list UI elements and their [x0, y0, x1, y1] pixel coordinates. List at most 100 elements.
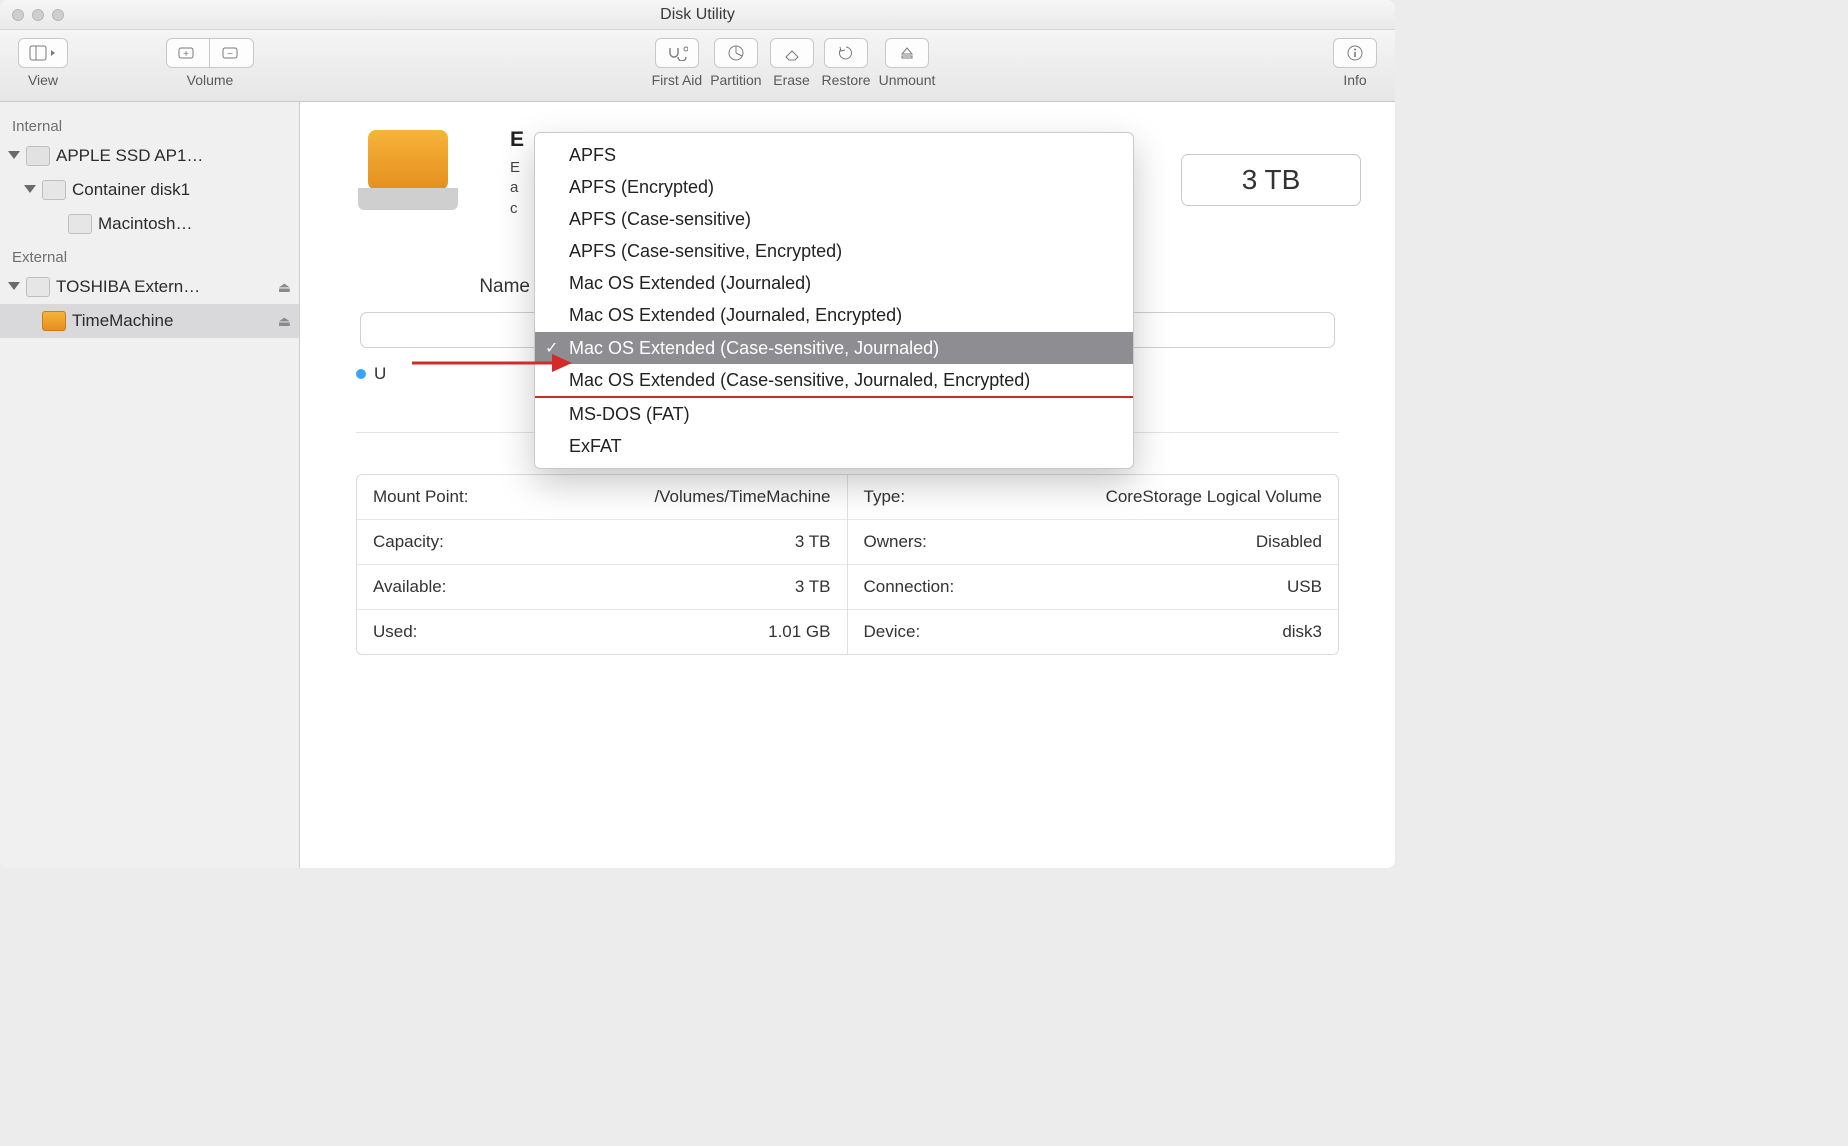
- eject-icon: [899, 45, 915, 61]
- svg-text:−: −: [227, 49, 233, 60]
- pie-icon: [727, 44, 745, 62]
- zoom-icon[interactable]: [52, 9, 64, 21]
- unmount-button[interactable]: [885, 38, 929, 68]
- disclosure-triangle-icon[interactable]: [22, 183, 36, 197]
- capacity-value: 3 TB: [1242, 164, 1301, 196]
- format-option[interactable]: ✓ Mac OS Extended (Case-sensitive, Journa…: [535, 332, 1133, 364]
- info-value: CoreStorage Logical Volume: [1106, 487, 1322, 507]
- ssd-icon: [26, 146, 50, 166]
- sidebar-item-label: Container disk1: [72, 180, 190, 200]
- sidebar-item-toshiba[interactable]: TOSHIBA Extern… ⏏: [0, 270, 299, 304]
- view-group: View: [18, 38, 68, 88]
- minimize-icon[interactable]: [32, 9, 44, 21]
- partition-button[interactable]: [714, 38, 758, 68]
- info-row: Type:CoreStorage Logical Volume: [848, 475, 1339, 519]
- info-row: Mount Point: /Volumes/TimeMachine: [357, 475, 847, 519]
- first-aid-button[interactable]: [655, 38, 699, 68]
- volume-remove-button[interactable]: −: [210, 38, 254, 68]
- format-option[interactable]: Mac OS Extended (Journaled): [535, 267, 1133, 299]
- sidebar-section-external: External: [0, 241, 299, 270]
- format-option[interactable]: APFS (Encrypted): [535, 171, 1133, 203]
- info-key: Device:: [864, 622, 921, 642]
- disclosure-triangle-icon[interactable]: [6, 149, 20, 163]
- svg-text:+: +: [183, 49, 189, 60]
- titlebar: Disk Utility: [0, 0, 1395, 30]
- info-key: Mount Point:: [373, 487, 468, 507]
- sidebar-item-apple-ssd[interactable]: APPLE SSD AP1…: [0, 139, 299, 173]
- info-key: Used:: [373, 622, 417, 642]
- info-value: /Volumes/TimeMachine: [654, 487, 830, 507]
- close-icon[interactable]: [12, 9, 24, 21]
- sidebar-item-timemachine[interactable]: TimeMachine ⏏: [0, 304, 299, 338]
- sidebar-toggle-icon: [29, 45, 57, 61]
- info-row: Connection: USB: [848, 564, 1339, 609]
- info-row: Capacity:3 TB: [357, 519, 847, 564]
- sidebar-section-internal: Internal: [0, 110, 299, 139]
- volume-info-table: Mount Point: /Volumes/TimeMachine Capacity…: [356, 474, 1339, 655]
- volume-icon: [42, 311, 66, 331]
- info-value: 3 TB: [795, 577, 831, 597]
- eraser-icon: [782, 45, 802, 61]
- stethoscope-icon: [666, 45, 688, 61]
- format-option-label: APFS: [569, 145, 616, 165]
- sidebar: Internal APPLE SSD AP1… Container disk1 …: [0, 102, 300, 868]
- volume-icon: [68, 214, 92, 234]
- window-title: Disk Utility: [0, 6, 1395, 24]
- eject-icon[interactable]: ⏏: [278, 313, 291, 330]
- external-disk-icon: [26, 277, 50, 297]
- info-value: disk3: [1282, 622, 1322, 642]
- volume-add-button[interactable]: +: [166, 38, 210, 68]
- info-row: Available:3 TB: [357, 564, 847, 609]
- format-option[interactable]: ExFAT: [535, 430, 1133, 462]
- format-option-label: APFS (Case-sensitive): [569, 209, 751, 229]
- erase-button[interactable]: [770, 38, 814, 68]
- format-option-label: APFS (Case-sensitive, Encrypted): [569, 241, 842, 261]
- toolbar: View + − Volume First Aid: [0, 30, 1395, 102]
- format-option[interactable]: Mac OS Extended (Journaled, Encrypted): [535, 299, 1133, 331]
- sidebar-item-label: Macintosh…: [98, 214, 192, 234]
- volume-label: Volume: [187, 72, 234, 88]
- format-option-label: Mac OS Extended (Case-sensitive, Journal…: [569, 338, 939, 358]
- format-dropdown-menu[interactable]: APFS APFS (Encrypted) APFS (Case-sensitive…: [534, 132, 1134, 469]
- disk-utility-window: Disk Utility View + −: [0, 0, 1395, 868]
- usage-label: U: [374, 364, 386, 384]
- usage-dot-icon: [356, 369, 366, 379]
- format-option[interactable]: MS-DOS (FAT): [535, 398, 1133, 430]
- volume-add-icon: +: [178, 45, 198, 61]
- view-button[interactable]: [18, 38, 68, 68]
- check-icon: ✓: [545, 337, 558, 360]
- restore-button[interactable]: [824, 38, 868, 68]
- view-label: View: [28, 72, 58, 88]
- format-option-label: Mac OS Extended (Journaled): [569, 273, 811, 293]
- format-option[interactable]: APFS (Case-sensitive): [535, 203, 1133, 235]
- info-value: 3 TB: [795, 532, 831, 552]
- info-label: Info: [1343, 72, 1366, 88]
- format-option-label: Mac OS Extended (Journaled, Encrypted): [569, 305, 902, 325]
- volume-hero-icon: [358, 126, 478, 226]
- format-option[interactable]: APFS: [535, 139, 1133, 171]
- info-row: Used:1.01 GB: [357, 609, 847, 654]
- erase-label: Erase: [773, 72, 810, 88]
- info-row: Device: disk3: [848, 609, 1339, 654]
- content-pane: E E a c 3 TB Name Format U AP: [300, 102, 1395, 868]
- eject-icon[interactable]: ⏏: [278, 279, 291, 296]
- format-option[interactable]: Mac OS Extended (Case-sensitive, Journal…: [535, 364, 1133, 398]
- info-key: Connection:: [864, 577, 955, 597]
- traffic-lights: [12, 9, 64, 21]
- capacity-badge: 3 TB: [1181, 154, 1361, 206]
- sidebar-item-macintosh-hd[interactable]: Macintosh…: [0, 207, 299, 241]
- volume-remove-icon: −: [222, 45, 242, 61]
- disclosure-triangle-icon[interactable]: [6, 280, 20, 294]
- format-option-label: Mac OS Extended (Case-sensitive, Journal…: [569, 370, 1030, 390]
- info-value: Disabled: [1256, 532, 1322, 552]
- info-button[interactable]: [1333, 38, 1377, 68]
- format-option[interactable]: APFS (Case-sensitive, Encrypted): [535, 235, 1133, 267]
- info-value: USB: [1287, 577, 1322, 597]
- format-option-label: MS-DOS (FAT): [569, 404, 690, 424]
- sidebar-item-label: APPLE SSD AP1…: [56, 146, 203, 166]
- info-row: Owners:Disabled: [848, 519, 1339, 564]
- sidebar-item-container[interactable]: Container disk1: [0, 173, 299, 207]
- restore-label: Restore: [822, 72, 871, 88]
- name-label: Name: [360, 262, 530, 312]
- sidebar-item-label: TOSHIBA Extern…: [56, 277, 200, 297]
